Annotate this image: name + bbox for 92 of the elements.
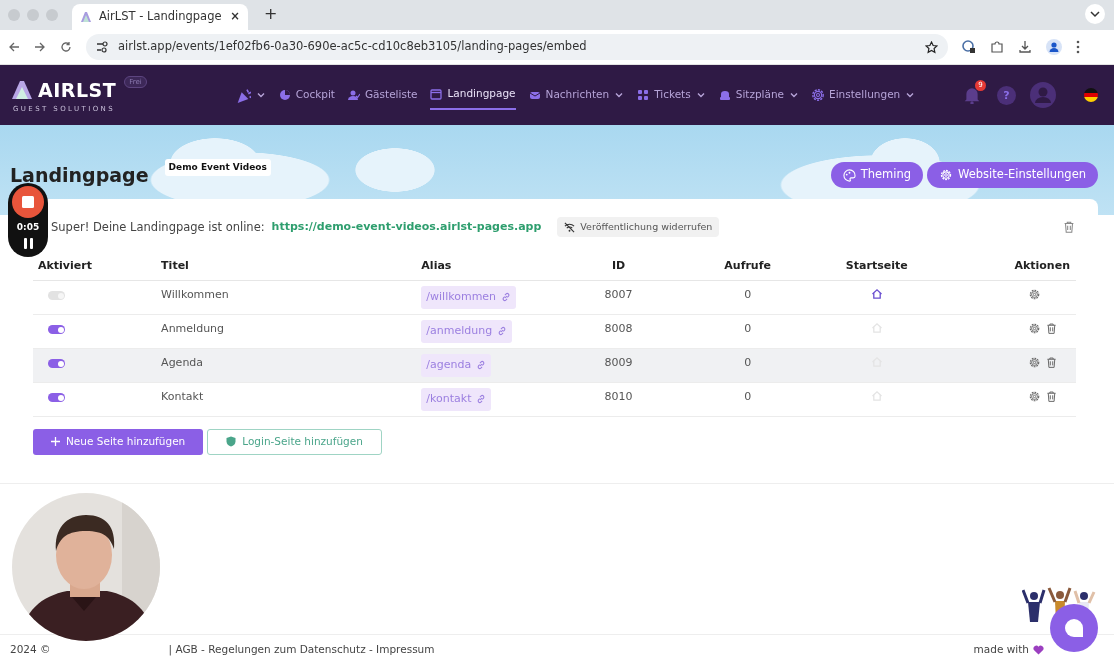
status-message: Super! Deine Landingpage ist online: [51,218,265,236]
toggle-switch[interactable] [48,325,65,334]
add-page-button[interactable]: Neue Seite hinzufügen [33,428,204,455]
url-text: airlst.app/events/1ef02fb6-0a30-690e-ac5c-cd10c8eb3105/landing-pages/embed [118,38,588,56]
tab-list-icon[interactable] [1084,2,1106,25]
page-title-cell: Anmeldung [161,321,225,335]
shield-icon [226,436,237,448]
heart-icon [1033,644,1044,655]
theming-button[interactable]: Theming [830,162,924,188]
speech-bubble-icon [1064,618,1084,638]
nav-tab[interactable]: Cockpit [278,81,335,109]
column-header: Titel [161,258,189,272]
bell-icon[interactable] [963,86,981,104]
pause-icon[interactable] [23,237,33,249]
column-header: Aktionen [1014,258,1070,272]
delete-icon[interactable] [1045,356,1058,369]
gear-icon[interactable] [1028,356,1041,369]
tab-title: AirLST - Landingpage [99,8,223,26]
id-cell: 8009 [604,355,633,369]
id-cell: 8007 [604,287,633,301]
table-row[interactable]: Agenda /agenda 8009 0 [33,348,1076,383]
stop-recording-button[interactable] [12,186,44,218]
window-icon [430,88,443,100]
unpublish-button[interactable]: Veröffentlichung widerrufen [557,217,720,238]
bookmark-star-icon[interactable] [925,40,938,54]
link-icon [476,360,487,371]
column-header: Startseite [845,258,908,272]
plus-icon [51,437,60,447]
nav-tab[interactable]: Nachrichten [528,81,625,109]
column-header: ID [611,258,626,272]
pie-chart-icon [278,89,291,101]
extension-lock-icon[interactable] [962,40,976,54]
column-header: Alias [421,258,452,272]
page-title: Landingpage [10,165,149,185]
stop-icon [22,196,34,208]
logo-wordmark: AIRLST [38,77,117,103]
column-header: Aufrufe [724,258,771,272]
app-logo-icon [80,11,92,23]
nav-tab[interactable]: Einstellungen [812,81,916,109]
site-settings-icon [96,41,108,53]
copyright-text: 2024 © [10,641,51,657]
forward-icon[interactable] [34,41,46,53]
id-cell: 8010 [604,389,633,403]
palette-icon [842,168,856,182]
gear-icon[interactable] [1028,322,1041,335]
download-icon[interactable] [1018,40,1032,54]
wifi-off-icon [564,221,576,233]
delete-icon[interactable] [1045,322,1058,335]
page-title-cell: Willkommen [161,287,229,301]
page-title-cell: Kontakt [161,389,204,403]
envelope-icon [528,89,541,101]
toggle-switch[interactable] [48,393,65,402]
gear-icon [812,89,825,101]
address-bar[interactable]: airlst.app/events/1ef02fb6-0a30-690e-ac5c-cd10c8eb3105/landing-pages/embed [86,34,948,60]
user-check-icon [347,89,360,101]
delete-icon[interactable] [1062,220,1076,235]
event-badge: Demo Event Videos [164,158,271,176]
chat-button[interactable] [1050,604,1098,652]
views-cell: 0 [744,389,752,403]
nav-tab[interactable]: Landingpage [430,80,516,110]
made-with-text: made with [973,641,1029,657]
gear-icon[interactable] [1028,390,1041,403]
profile-icon[interactable] [1046,39,1062,55]
recording-time: 0:05 [16,221,40,234]
settings-button[interactable]: Website-Einstellungen [927,162,1098,188]
id-cell: 8008 [604,321,633,335]
back-icon[interactable] [8,41,20,53]
link-icon [501,292,512,303]
views-cell: 0 [744,287,752,301]
link-icon [497,326,508,337]
nav-tab[interactable]: Tickets [637,81,706,109]
more-menu-icon[interactable] [1076,40,1080,54]
column-header: Aktiviert [38,258,92,272]
views-cell: 0 [744,321,752,335]
gear-icon [939,168,954,182]
views-cell: 0 [744,355,752,369]
flag-icon[interactable] [1084,88,1098,102]
nav-tab[interactable]: Sitzpläne [718,81,800,109]
delete-icon[interactable] [1045,390,1058,403]
nav-tab[interactable]: Gästeliste [347,81,418,109]
browser-tab[interactable]: AirLST - Landingpage × [72,4,248,30]
toggle-switch[interactable] [48,359,65,368]
table-row[interactable]: Anmeldung /anmeldung 8008 0 [33,314,1076,349]
close-tab-button[interactable]: × [230,8,240,26]
page-title-cell: Agenda [161,355,204,369]
reload-icon[interactable] [60,41,72,53]
link-icon [476,394,487,405]
logo-mark-icon [10,78,34,101]
grid-icon [637,89,650,101]
footer-links[interactable]: | AGB - Regelungen zum Datenschutz - Impressum [168,641,435,658]
new-tab-button[interactable]: + [264,2,278,26]
table-row[interactable]: Kontakt /kontakt 8010 0 [33,382,1076,417]
